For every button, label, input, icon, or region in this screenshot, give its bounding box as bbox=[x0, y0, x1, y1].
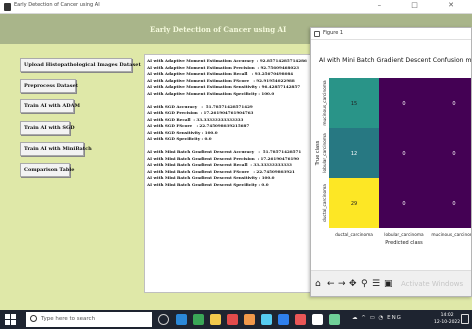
zoom-icon[interactable]: ⚲ bbox=[361, 279, 368, 289]
cell-value-label: 0 bbox=[452, 151, 455, 157]
x-axis-label: Predicted class bbox=[385, 240, 423, 246]
y-axis-label: True class bbox=[315, 140, 321, 166]
cortana-icon[interactable] bbox=[158, 314, 169, 325]
chart-title: AI with Mini Batch Gradient Descent Conf… bbox=[319, 57, 472, 64]
forward-icon[interactable]: → bbox=[338, 279, 346, 289]
notification-icon[interactable] bbox=[461, 314, 469, 324]
taskbar: Type here to search ☁ ^ ▭ ◔ ENG 14:02 12… bbox=[0, 310, 472, 329]
train-sgd-button[interactable]: Train AI with SGD bbox=[20, 121, 75, 135]
x-tick-label: mucinous_carcinoma bbox=[431, 232, 472, 238]
pan-icon[interactable]: ✥ bbox=[349, 279, 357, 289]
cell-value-label: 0 bbox=[402, 201, 405, 207]
mail-icon[interactable] bbox=[261, 314, 272, 325]
python-icon[interactable] bbox=[329, 314, 340, 325]
taskbar-search-box[interactable]: Type here to search bbox=[26, 312, 152, 327]
confusion-matrix-chart: AI with Mini Batch Gradient Descent Conf… bbox=[315, 57, 472, 246]
window-controls[interactable]: – □ ✕ bbox=[378, 1, 468, 9]
clock-date: 12-10-2022 bbox=[434, 320, 461, 325]
configure-subplots-icon[interactable]: ☰ bbox=[372, 279, 380, 289]
title-bar[interactable]: Early Detection of Cancer using AI – □ ✕ bbox=[0, 0, 472, 14]
preprocess-button[interactable]: Preprocess Dataset bbox=[20, 79, 78, 93]
window-title: Early Detection of Cancer using AI bbox=[14, 2, 100, 8]
y-tick-label: lobular_carcinoma bbox=[322, 133, 328, 173]
activation-watermark: Activate Windows bbox=[401, 280, 464, 288]
x-tick-label: ductal_carcinoma bbox=[335, 232, 373, 238]
save-icon[interactable]: ▣ bbox=[384, 279, 393, 289]
heatmap-cell bbox=[429, 178, 471, 228]
cell-value-label: 15 bbox=[351, 101, 357, 107]
windows-start-icon[interactable] bbox=[4, 313, 17, 326]
comparison-table-button[interactable]: Comparison Table bbox=[20, 163, 74, 177]
word-icon[interactable] bbox=[278, 314, 289, 325]
figure-icon bbox=[314, 31, 320, 37]
file-explorer-icon[interactable] bbox=[210, 314, 221, 325]
search-icon bbox=[30, 315, 37, 322]
train-adam-button[interactable]: Train AI with ADAM bbox=[20, 99, 80, 113]
feather-icon bbox=[4, 3, 11, 11]
x-tick-label: lobular_carcinoma bbox=[384, 232, 424, 238]
cell-value-label: 0 bbox=[452, 101, 455, 107]
app-heading: Early Detection of Cancer using AI bbox=[150, 25, 287, 34]
figure-toolbar: ⌂ ← → ✥ ⚲ ☰ ▣ Activate Windows bbox=[311, 270, 471, 296]
figure-window: Figure 1 AI with Mini Batch Gradient Des… bbox=[310, 27, 472, 297]
task-view-icon[interactable] bbox=[176, 314, 187, 325]
store-icon[interactable] bbox=[244, 314, 255, 325]
cell-value-label: 0 bbox=[402, 151, 405, 157]
powerpoint-icon[interactable] bbox=[295, 314, 306, 325]
system-tray[interactable]: ☁ ^ ▭ ◔ ENG bbox=[352, 315, 402, 321]
upload-dataset-button[interactable]: Upload Histopathological Images Dataset bbox=[20, 58, 141, 72]
heatmap-cell bbox=[429, 78, 471, 128]
home-icon[interactable]: ⌂ bbox=[315, 279, 321, 289]
chrome-icon[interactable] bbox=[227, 314, 238, 325]
y-tick-label: mucinous_carcinoma bbox=[322, 80, 328, 126]
taskbar-clock[interactable]: 14:02 12-10-2022 bbox=[434, 312, 460, 326]
cell-value-label: 29 bbox=[351, 201, 357, 207]
cell-value-label: 12 bbox=[351, 151, 357, 157]
figure-title: Figure 1 bbox=[323, 30, 344, 36]
heatmap-cell bbox=[429, 128, 471, 178]
search-placeholder: Type here to search bbox=[41, 316, 96, 322]
notepad-icon[interactable] bbox=[312, 314, 323, 325]
figure-title-bar[interactable]: Figure 1 bbox=[311, 28, 471, 40]
edge-icon[interactable] bbox=[193, 314, 204, 325]
y-tick-label: ductal_carcinoma bbox=[322, 184, 328, 222]
clock-time: 14:02 bbox=[440, 313, 454, 318]
cell-value-label: 0 bbox=[452, 201, 455, 207]
cell-value-label: 0 bbox=[402, 101, 405, 107]
results-textarea[interactable]: AI with Adaptive Moment Estimation Accur… bbox=[144, 54, 314, 293]
train-minibatch-button[interactable]: Train AI with MiniBatch bbox=[20, 142, 92, 156]
back-icon[interactable]: ← bbox=[327, 279, 335, 289]
